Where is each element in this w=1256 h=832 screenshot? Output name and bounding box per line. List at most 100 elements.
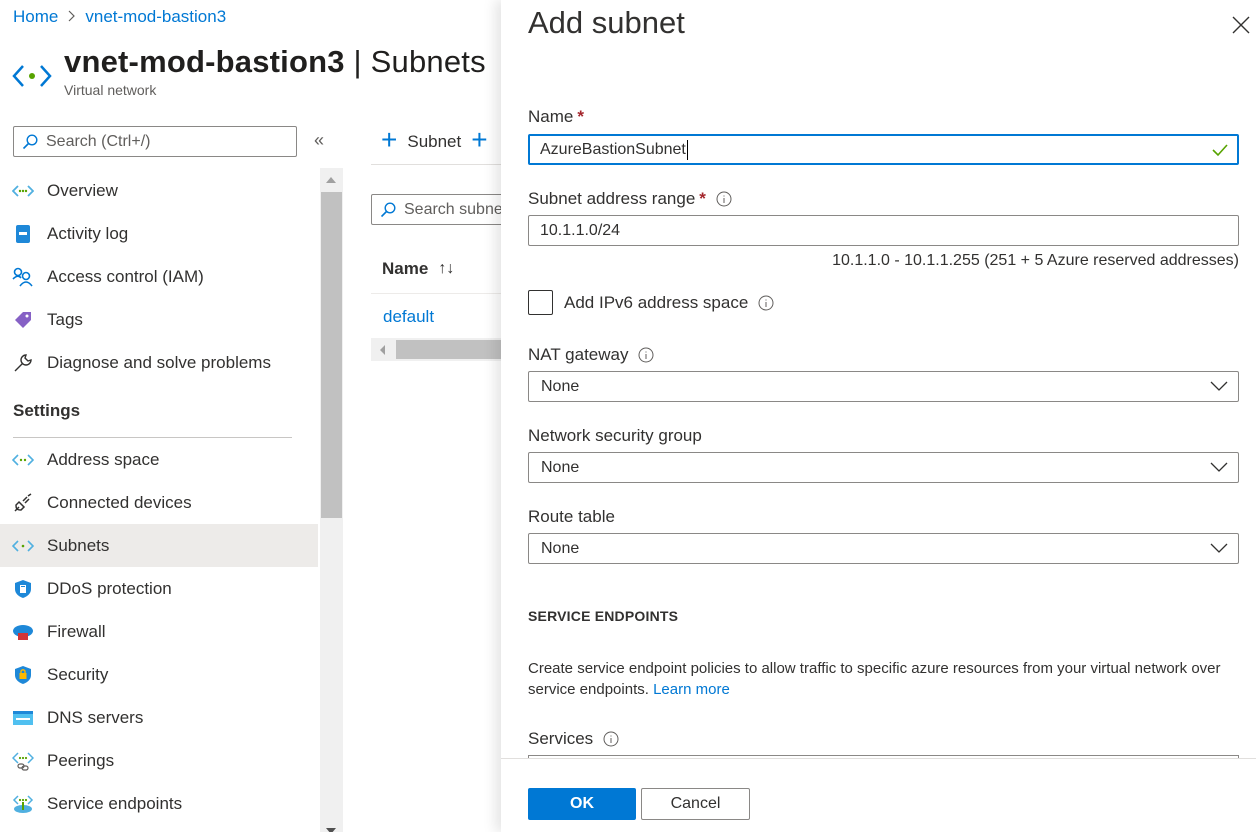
sidebar-item-label: DNS servers: [47, 707, 144, 727]
virtual-network-icon: [12, 65, 52, 87]
nat-gateway-label: NAT gateway: [528, 345, 654, 365]
breadcrumb-home[interactable]: Home: [13, 7, 58, 27]
service-endpoints-icon: [12, 793, 34, 815]
info-icon[interactable]: [716, 191, 732, 207]
title-separator: |: [353, 44, 362, 79]
address-range-value: 10.1.1.0/24: [540, 221, 621, 239]
sidebar-item-label: Diagnose and solve problems: [47, 352, 271, 372]
nsg-dropdown[interactable]: None: [528, 452, 1239, 483]
scroll-up-arrow[interactable]: [326, 177, 336, 183]
breadcrumb: Home vnet-mod-bastion3: [13, 7, 226, 27]
name-value: AzureBastionSubnet: [540, 140, 686, 158]
access-control-icon: [12, 266, 34, 288]
sidebar-scrollbar[interactable]: [320, 168, 343, 832]
nsg-label: Network security group: [528, 426, 702, 446]
label-text: Network security group: [528, 426, 702, 445]
divider: [371, 293, 521, 294]
sidebar-item-label: Subnets: [47, 535, 110, 555]
peerings-icon: [12, 750, 34, 772]
close-icon: [1232, 16, 1250, 34]
ok-button[interactable]: OK: [528, 788, 636, 820]
command-bar: + Subnet +: [371, 124, 498, 156]
text-caret: [686, 139, 688, 160]
wrench-icon: [12, 352, 34, 374]
breadcrumb-separator: [67, 9, 76, 25]
page-header: vnet-mod-bastion3 | Subnets Virtual netw…: [12, 44, 486, 98]
search-icon: [380, 201, 396, 217]
sidebar-item-label: Firewall: [47, 621, 106, 641]
label-text: Services: [528, 729, 594, 748]
column-header-name[interactable]: Name ↑↓: [382, 259, 454, 279]
nat-gateway-dropdown[interactable]: None: [528, 371, 1239, 402]
name-input[interactable]: AzureBastionSubnet: [528, 134, 1239, 165]
activity-log-icon: [12, 223, 34, 245]
sidebar-item-tags[interactable]: Tags: [0, 298, 318, 341]
chevron-down-icon: [1210, 543, 1228, 553]
page-title: vnet-mod-bastion3 | Subnets: [64, 44, 486, 80]
chevron-down-icon: [1210, 381, 1228, 391]
grid-horizontal-scrollbar[interactable]: [371, 338, 526, 361]
table-row[interactable]: default: [383, 307, 434, 327]
sidebar-item-connected-devices[interactable]: Connected devices: [0, 481, 318, 524]
column-label: Name: [382, 259, 429, 278]
resource-name: vnet-mod-bastion3: [64, 44, 345, 79]
service-endpoints-description: Create service endpoint policies to allo…: [528, 658, 1228, 700]
scrollbar-thumb[interactable]: [321, 192, 342, 518]
sidebar-item-dns-servers[interactable]: DNS servers: [0, 696, 318, 739]
sidebar-item-access-control[interactable]: Access control (IAM): [0, 255, 318, 298]
plug-icon: [12, 492, 34, 514]
learn-more-link[interactable]: Learn more: [653, 681, 730, 698]
page-subtitle: Virtual network: [64, 82, 157, 98]
sidebar-item-label: Access control (IAM): [47, 266, 204, 286]
ipv6-checkbox-row[interactable]: Add IPv6 address space: [528, 290, 774, 315]
panel-footer: OK Cancel: [501, 758, 1256, 832]
sidebar-item-diagnose[interactable]: Diagnose and solve problems: [0, 341, 318, 384]
address-space-icon: [12, 449, 34, 471]
ddos-shield-icon: [12, 578, 34, 600]
sidebar-item-security[interactable]: Security: [0, 653, 318, 696]
close-button[interactable]: [1230, 14, 1252, 36]
sidebar-item-overview[interactable]: Overview: [0, 169, 318, 212]
sidebar-item-ddos-protection[interactable]: DDoS protection: [0, 567, 318, 610]
sidebar-search-placeholder: Search (Ctrl+/): [46, 132, 151, 150]
sidebar-item-firewall[interactable]: Firewall: [0, 610, 318, 653]
info-icon[interactable]: [758, 295, 774, 311]
chevron-down-icon: [1210, 462, 1228, 472]
label-text: NAT gateway: [528, 345, 629, 364]
sidebar-item-subnets[interactable]: Subnets: [0, 524, 318, 567]
scroll-down-arrow[interactable]: [326, 828, 336, 832]
sidebar-item-address-space[interactable]: Address space: [0, 438, 318, 481]
sidebar-item-label: Activity log: [47, 223, 129, 243]
subnets-icon: [12, 535, 34, 557]
sidebar-search-input[interactable]: Search (Ctrl+/): [13, 126, 297, 157]
info-icon[interactable]: [603, 731, 619, 747]
sidebar-item-peerings[interactable]: Peerings: [0, 739, 318, 782]
sidebar-nav: Overview Activity log Access control (IA…: [0, 169, 318, 825]
service-endpoints-heading: SERVICE ENDPOINTS: [528, 608, 679, 624]
route-table-label: Route table: [528, 507, 615, 527]
add-subnet-panel: Add subnet Name * AzureBastionSubnet Sub…: [501, 0, 1256, 832]
dropdown-value: None: [541, 539, 580, 557]
dropdown-value: None: [541, 458, 580, 476]
plus-icon[interactable]: +: [471, 124, 487, 156]
sidebar-item-service-endpoints[interactable]: Service endpoints: [0, 782, 318, 825]
sidebar-item-label: Tags: [47, 309, 83, 329]
breadcrumb-current[interactable]: vnet-mod-bastion3: [85, 7, 226, 27]
collapse-sidebar-button[interactable]: «: [314, 130, 324, 151]
cancel-button[interactable]: Cancel: [641, 788, 750, 820]
scroll-left-arrow[interactable]: [380, 345, 385, 355]
route-table-dropdown[interactable]: None: [528, 533, 1239, 564]
ipv6-checkbox[interactable]: [528, 290, 553, 315]
add-subnet-button[interactable]: Subnet: [407, 132, 461, 152]
sidebar-item-label: DDoS protection: [47, 578, 172, 598]
firewall-icon: [12, 621, 34, 643]
sidebar-item-activity-log[interactable]: Activity log: [0, 212, 318, 255]
sidebar-item-label: Address space: [47, 449, 160, 469]
info-icon[interactable]: [638, 347, 654, 363]
sort-icon[interactable]: ↑↓: [438, 260, 454, 278]
services-label: Services: [528, 729, 619, 749]
address-range-input[interactable]: 10.1.1.0/24: [528, 215, 1239, 246]
dns-icon: [12, 707, 34, 729]
label-text: Name: [528, 107, 574, 126]
name-label: Name *: [528, 107, 584, 127]
